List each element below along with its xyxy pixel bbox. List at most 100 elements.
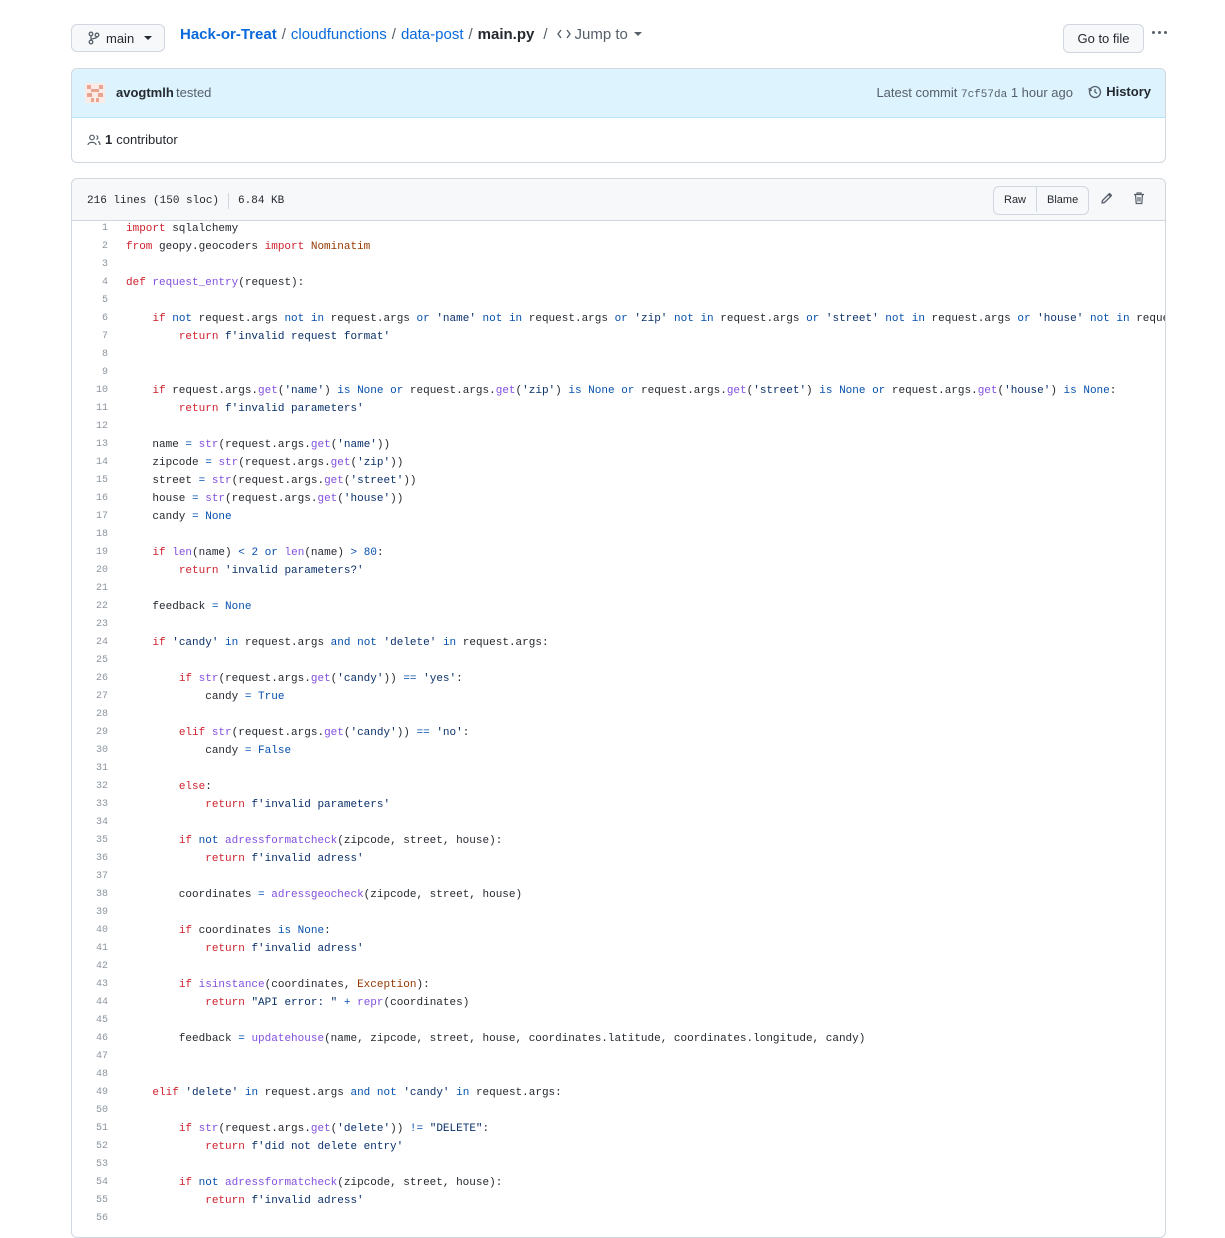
go-to-file-button[interactable]: Go to file [1063, 24, 1144, 53]
line-number[interactable]: 30 [72, 742, 108, 760]
code-line: 26 if str(request.args.get('candy')) == … [72, 670, 1165, 688]
code-line: 44 return "API error: " + repr(coordinat… [72, 994, 1165, 1012]
line-number[interactable]: 24 [72, 634, 108, 652]
line-number[interactable]: 16 [72, 490, 108, 508]
blame-button[interactable]: Blame [1036, 187, 1088, 212]
line-number[interactable]: 55 [72, 1192, 108, 1210]
kebab-icon[interactable] [1149, 24, 1169, 40]
line-number[interactable]: 23 [72, 616, 108, 634]
line-content: feedback = updatehouse(name, zipcode, st… [126, 1033, 866, 1045]
people-icon [87, 134, 101, 145]
code-listing: 1 import sqlalchemy 2 from geopy.geocoders … [72, 220, 1165, 1228]
line-number[interactable]: 52 [72, 1138, 108, 1156]
line-number[interactable]: 44 [72, 994, 108, 1012]
jump-to-menu[interactable]: Jump to [556, 26, 642, 43]
line-content: if 'candy' in request.args and not 'dele… [152, 637, 549, 649]
line-number[interactable]: 3 [72, 256, 108, 274]
line-number[interactable]: 46 [72, 1030, 108, 1048]
line-number[interactable]: 34 [72, 814, 108, 832]
line-number[interactable]: 22 [72, 598, 108, 616]
line-content: candy = None [126, 511, 232, 523]
line-number[interactable]: 10 [72, 382, 108, 400]
line-number[interactable]: 53 [72, 1156, 108, 1174]
line-number[interactable]: 50 [72, 1102, 108, 1120]
line-number[interactable]: 33 [72, 796, 108, 814]
commit-box: avogtmlh tested Latest commit 7cf57da 1 … [71, 68, 1166, 163]
line-number[interactable]: 6 [72, 310, 108, 328]
branch-selector-button[interactable]: main [71, 24, 165, 52]
breadcrumb-folder-link[interactable]: data-post [401, 26, 464, 43]
line-number[interactable]: 37 [72, 868, 108, 886]
line-number[interactable]: 48 [72, 1066, 108, 1084]
line-number[interactable]: 8 [72, 346, 108, 364]
breadcrumb-repo-link[interactable]: Hack-or-Treat [180, 26, 277, 43]
line-number[interactable]: 15 [72, 472, 108, 490]
line-number[interactable]: 36 [72, 850, 108, 868]
contributors-summary[interactable]: 1 contributor [87, 132, 178, 147]
line-number[interactable]: 9 [72, 364, 108, 382]
raw-button[interactable]: Raw [994, 187, 1036, 212]
line-number[interactable]: 43 [72, 976, 108, 994]
line-number[interactable]: 51 [72, 1120, 108, 1138]
line-number[interactable]: 28 [72, 706, 108, 724]
line-number[interactable]: 19 [72, 544, 108, 562]
commit-message-link[interactable]: tested [176, 85, 211, 100]
line-content: if not adressformatcheck(zipcode, street… [178, 1177, 503, 1189]
code-line: 43 if isinstance(coordinates, Exception)… [72, 976, 1165, 994]
line-number[interactable]: 35 [72, 832, 108, 850]
line-number[interactable]: 21 [72, 580, 108, 598]
line-number[interactable]: 40 [72, 922, 108, 940]
line-number[interactable]: 17 [72, 508, 108, 526]
commit-sha-link[interactable]: 7cf57da [961, 89, 1007, 101]
contributor-count: 1 [105, 132, 113, 147]
line-number[interactable]: 20 [72, 562, 108, 580]
code-line: 25 [72, 652, 1165, 670]
line-number[interactable]: 47 [72, 1048, 108, 1066]
line-content: name = str(request.args.get('name')) [126, 439, 391, 451]
line-number[interactable]: 1 [72, 220, 108, 238]
pencil-icon[interactable] [1100, 191, 1114, 205]
line-number[interactable]: 41 [72, 940, 108, 958]
line-number[interactable]: 32 [72, 778, 108, 796]
line-number[interactable]: 45 [72, 1012, 108, 1030]
avatar-identicon[interactable] [85, 83, 105, 103]
line-number[interactable]: 49 [72, 1084, 108, 1102]
breadcrumb-folder-link[interactable]: cloudfunctions [291, 26, 387, 43]
line-number[interactable]: 14 [72, 454, 108, 472]
line-number[interactable]: 54 [72, 1174, 108, 1192]
commit-author-link[interactable]: avogtmlh [116, 85, 174, 100]
line-number[interactable]: 42 [72, 958, 108, 976]
line-number[interactable]: 39 [72, 904, 108, 922]
breadcrumb-separator: / [281, 25, 286, 43]
line-number[interactable]: 11 [72, 400, 108, 418]
line-number[interactable]: 38 [72, 886, 108, 904]
line-number[interactable]: 13 [72, 436, 108, 454]
line-number[interactable]: 31 [72, 760, 108, 778]
code-line: 52 return f'did not delete entry' [72, 1138, 1165, 1156]
line-number[interactable]: 29 [72, 724, 108, 742]
chevron-down-icon [144, 36, 153, 40]
line-content: elif 'delete' in request.args and not 'c… [152, 1087, 562, 1099]
code-line: 5 [72, 292, 1165, 310]
history-icon [1088, 85, 1102, 98]
code-line: 24 if 'candy' in request.args and not 'd… [72, 634, 1165, 652]
line-number[interactable]: 25 [72, 652, 108, 670]
line-number[interactable]: 4 [72, 274, 108, 292]
line-number[interactable]: 2 [72, 238, 108, 256]
line-number[interactable]: 18 [72, 526, 108, 544]
history-link[interactable]: History [1088, 84, 1151, 99]
line-content: if not request.args not in request.args … [152, 313, 1165, 325]
line-content: return f'invalid adress' [205, 853, 364, 865]
line-number[interactable]: 56 [72, 1210, 108, 1228]
code-line: 50 [72, 1102, 1165, 1120]
line-number[interactable]: 26 [72, 670, 108, 688]
line-number[interactable]: 12 [72, 418, 108, 436]
line-number[interactable]: 7 [72, 328, 108, 346]
code-line: 46 feedback = updatehouse(name, zipcode,… [72, 1030, 1165, 1048]
code-line: 37 [72, 868, 1165, 886]
line-content: from geopy.geocoders import Nominatim [126, 241, 371, 253]
code-line: 16 house = str(request.args.get('house')… [72, 490, 1165, 508]
line-number[interactable]: 27 [72, 688, 108, 706]
trash-icon[interactable] [1132, 191, 1146, 205]
line-number[interactable]: 5 [72, 292, 108, 310]
